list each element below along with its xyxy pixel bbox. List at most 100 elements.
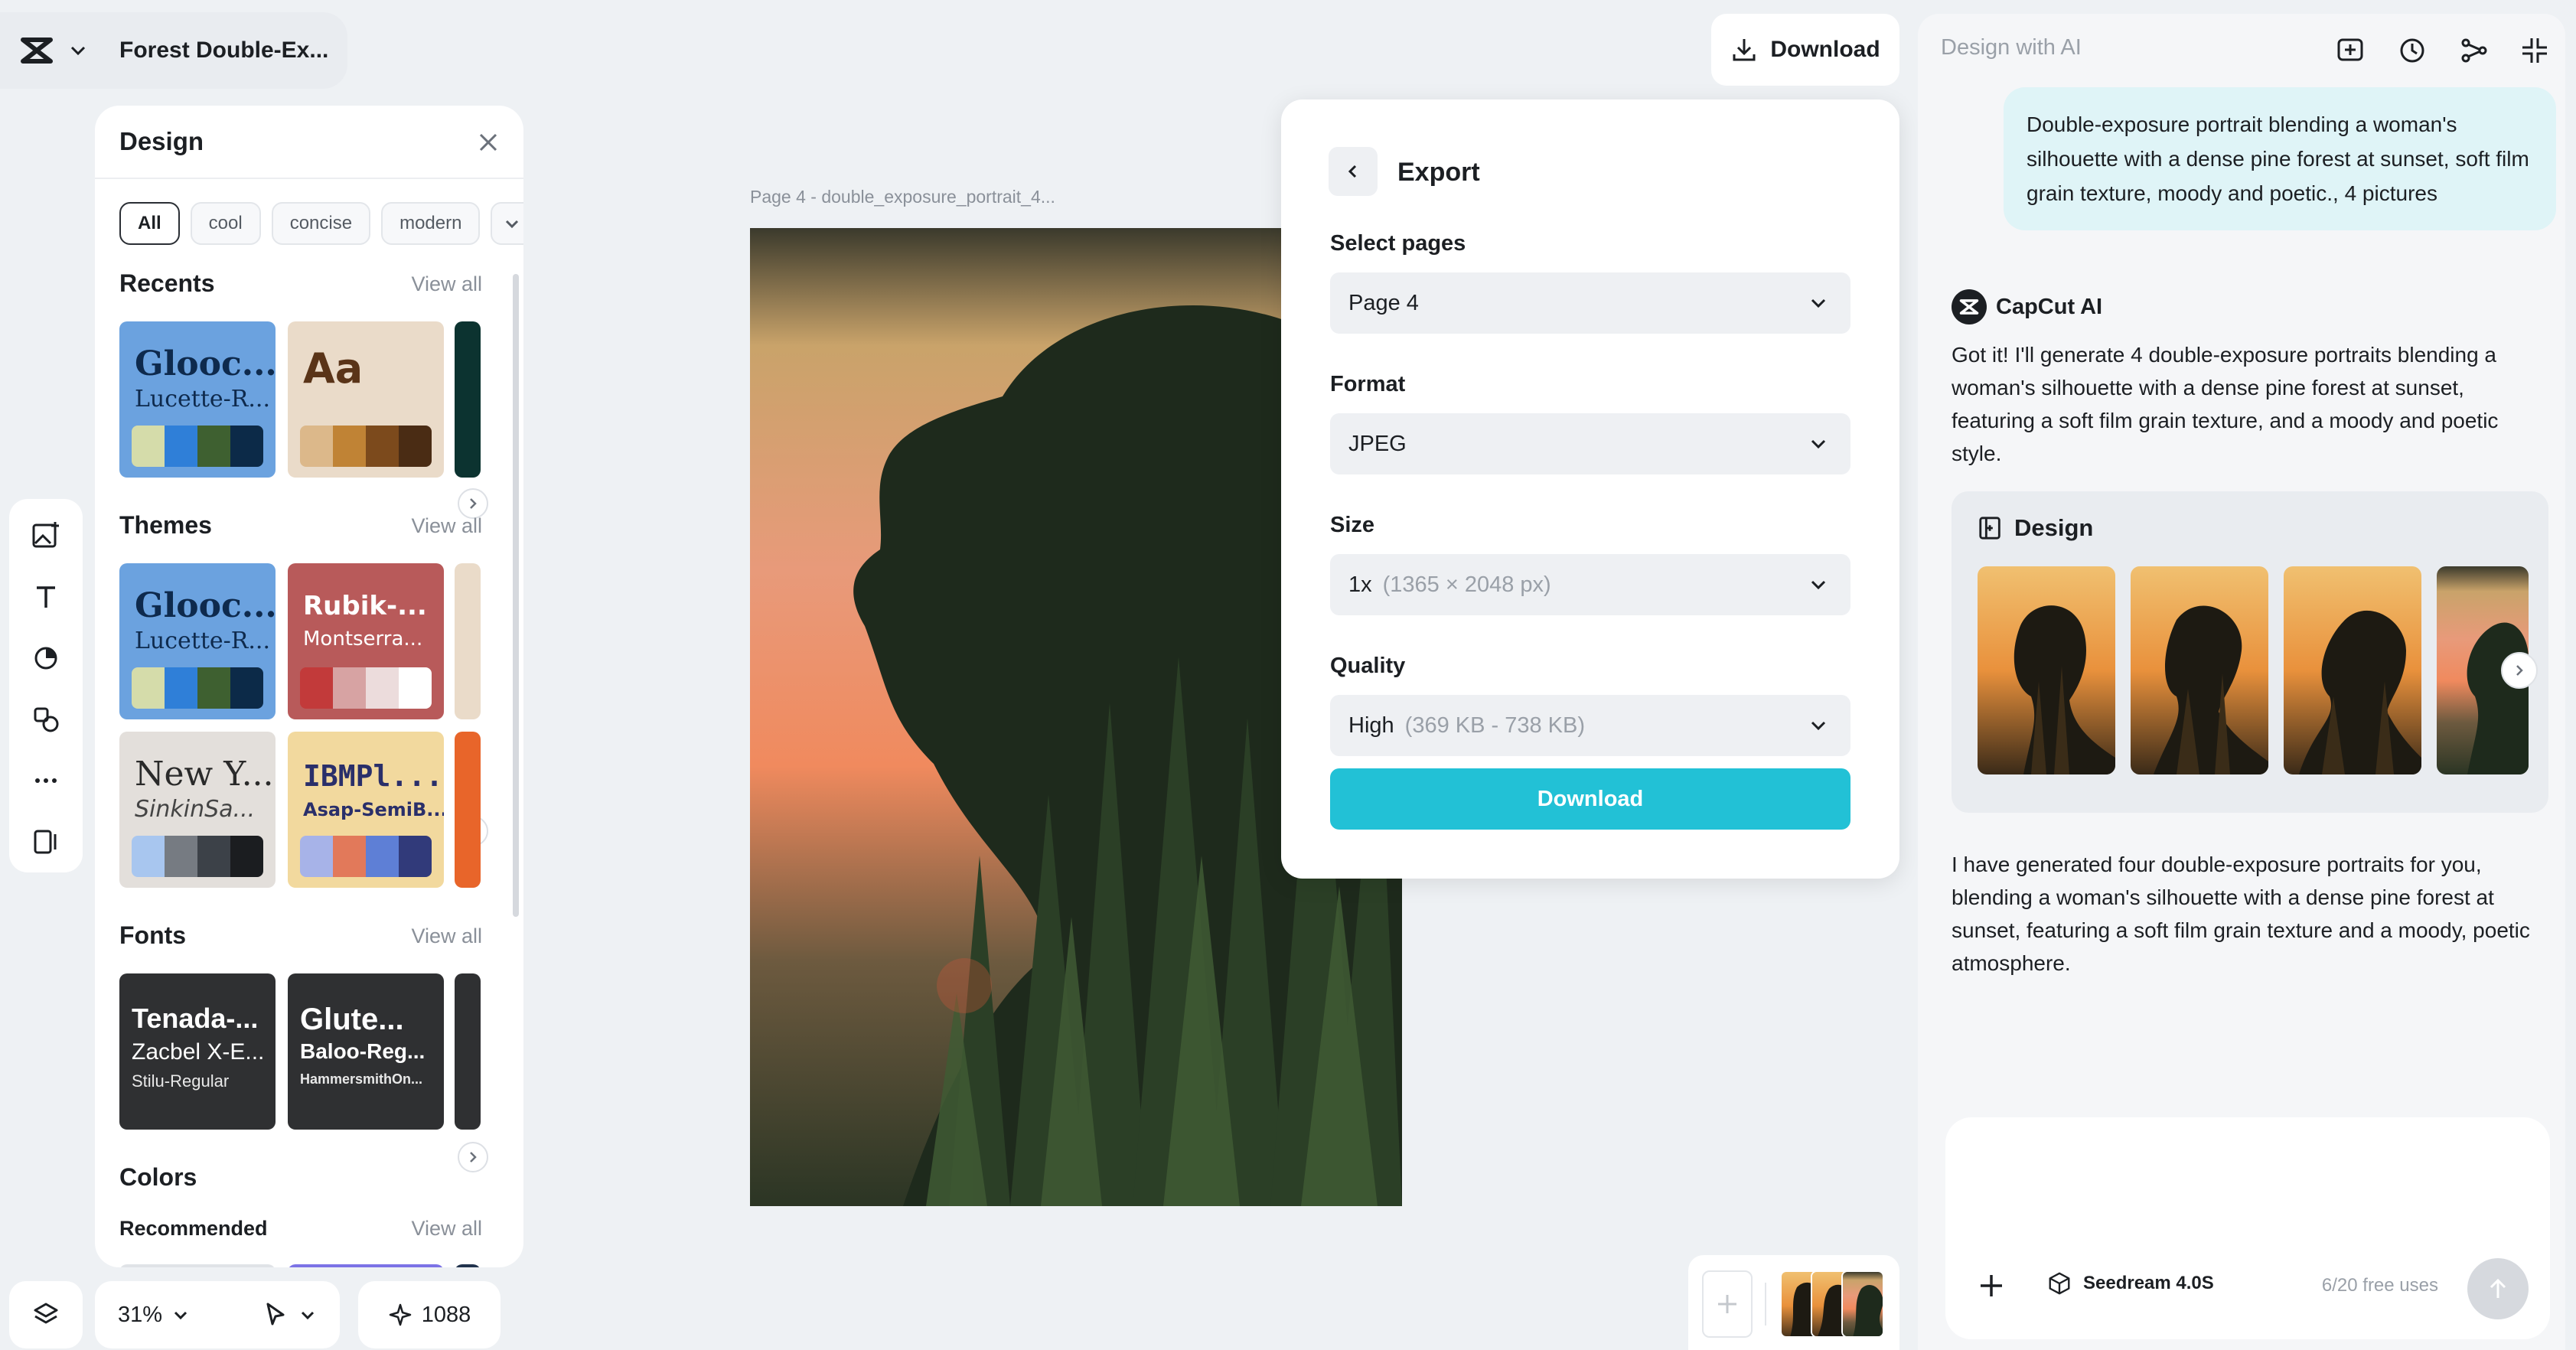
palette-swatches: [132, 836, 263, 877]
back-button[interactable]: [1329, 147, 1378, 196]
credits-count: 1088: [421, 1302, 471, 1327]
page-label: Page 4 - double_exposure_portrait_4...: [750, 187, 1055, 207]
fonts-next-button[interactable]: [458, 1142, 488, 1172]
color-swatch[interactable]: [455, 1264, 481, 1267]
theme-card[interactable]: [455, 563, 481, 719]
fonts-title: Fonts: [119, 921, 187, 949]
chevron-down-icon[interactable]: [67, 40, 89, 61]
filter-chip-cool[interactable]: cool: [190, 202, 261, 245]
themes-title: Themes: [119, 511, 212, 539]
size-hint: (1365 × 2048 px): [1382, 572, 1551, 597]
export-dialog: Export Select pages Page 4 Format JPEG S…: [1281, 99, 1899, 879]
chat-title: Design with AI: [1941, 35, 2082, 60]
design-card-title: Design: [2014, 514, 2094, 541]
theme-subtitle: Asap-SemiB...: [303, 799, 444, 820]
theme-card[interactable]: Glooc... Lucette-R...: [119, 563, 276, 719]
format-label: Format: [1330, 372, 1406, 396]
colors-title: Colors: [119, 1163, 197, 1191]
font-subtitle: Zacbel X-E...: [132, 1039, 265, 1065]
fonts-view-all[interactable]: View all: [411, 924, 482, 948]
recent-style-card[interactable]: Aa: [288, 321, 444, 478]
filter-expand-button[interactable]: [491, 202, 523, 245]
text-tool-icon[interactable]: [26, 577, 66, 617]
style-subtitle: Lucette-R...: [135, 386, 270, 412]
collapse-icon[interactable]: [2518, 34, 2552, 67]
capcut-ai-avatar-icon: [1952, 289, 1987, 324]
recent-style-card[interactable]: [455, 321, 481, 478]
elements-icon[interactable]: [26, 699, 66, 739]
result-thumbnail[interactable]: [2284, 566, 2421, 774]
recents-view-all[interactable]: View all: [411, 272, 482, 296]
download-button[interactable]: Download: [1711, 14, 1899, 86]
chevron-down-icon: [1811, 439, 1826, 449]
project-title[interactable]: Forest Double-Ex...: [119, 38, 328, 64]
download-icon: [1733, 39, 1756, 61]
quality-dropdown[interactable]: High (369 KB - 738 KB): [1330, 695, 1850, 756]
add-page-button[interactable]: [1702, 1270, 1753, 1338]
model-selector[interactable]: Seedream 4.0S: [2046, 1270, 2214, 1296]
color-swatch[interactable]: [119, 1264, 276, 1267]
new-chat-icon[interactable]: [2334, 34, 2368, 67]
recommended-label: Recommended: [119, 1217, 268, 1240]
shapes-icon[interactable]: [26, 638, 66, 678]
theme-title: New Y...: [135, 755, 274, 794]
result-thumbnail[interactable]: [1978, 566, 2115, 774]
color-swatch[interactable]: [288, 1264, 444, 1267]
zoom-and-pointer-controls: 31%: [95, 1281, 340, 1348]
style-title: Aa: [303, 344, 364, 393]
ai-name: CapCut AI: [1996, 294, 2103, 319]
page-thumbnail[interactable]: [1841, 1270, 1884, 1338]
chevron-down-icon: [1811, 721, 1826, 731]
palette-swatches: [132, 426, 263, 467]
style-title: Glooc...: [135, 344, 276, 383]
palette-swatches: [132, 667, 263, 709]
design-panel: Design All cool concise modern Recents V…: [95, 106, 523, 1267]
scrollbar[interactable]: [513, 274, 519, 917]
theme-card[interactable]: [455, 732, 481, 888]
attach-plus-icon[interactable]: [1976, 1270, 2007, 1301]
select-pages-dropdown[interactable]: Page 4: [1330, 272, 1850, 334]
layers-button[interactable]: [9, 1281, 83, 1348]
chevron-down-icon: [301, 1311, 315, 1320]
add-image-icon[interactable]: [26, 516, 66, 556]
themes-view-all[interactable]: View all: [411, 514, 482, 538]
filter-chip-concise[interactable]: concise: [271, 202, 371, 245]
font-card[interactable]: [455, 973, 481, 1130]
recent-style-card[interactable]: Glooc... Lucette-R...: [119, 321, 276, 478]
share-icon[interactable]: [2457, 34, 2490, 67]
chat-composer[interactable]: Seedream 4.0S 6/20 free uses: [1945, 1117, 2550, 1339]
capcut-logo-icon[interactable]: [18, 32, 55, 69]
theme-subtitle: Montserra...: [303, 628, 423, 651]
select-pages-value: Page 4: [1348, 290, 1419, 315]
font-card[interactable]: Glute... Baloo-Reg... HammersmithOn...: [288, 973, 444, 1130]
credits-badge[interactable]: 1088: [358, 1281, 501, 1348]
font-caption: Stilu-Regular: [132, 1071, 230, 1091]
theme-card[interactable]: Rubik-... Montserra...: [288, 563, 444, 719]
format-dropdown[interactable]: JPEG: [1330, 413, 1850, 474]
ai-chat-panel: Design with AI Double-exposure portrait …: [1918, 14, 2565, 1350]
zoom-level[interactable]: 31%: [118, 1303, 162, 1328]
theme-card[interactable]: New Y... SinkinSa...: [119, 732, 276, 888]
filter-chip-all[interactable]: All: [119, 202, 180, 245]
divider: [95, 178, 523, 179]
export-download-button[interactable]: Download: [1330, 768, 1850, 830]
size-dropdown[interactable]: 1x (1365 × 2048 px): [1330, 554, 1850, 615]
font-card[interactable]: Tenada-... Zacbel X-E... Stilu-Regular: [119, 973, 276, 1130]
pointer-tool-icon[interactable]: [262, 1301, 289, 1329]
cube-icon: [2049, 1272, 2070, 1295]
send-button[interactable]: [2467, 1258, 2529, 1319]
pages-panel-icon[interactable]: [26, 822, 66, 862]
chevron-down-icon: [1811, 298, 1826, 308]
quality-hint: (369 KB - 738 KB): [1404, 712, 1585, 738]
results-next-button[interactable]: [2501, 652, 2538, 689]
theme-card[interactable]: IBMPl... Asap-SemiB...: [288, 732, 444, 888]
more-icon[interactable]: [26, 761, 66, 801]
filter-chip-modern[interactable]: modern: [381, 202, 481, 245]
size-label: Size: [1330, 513, 1375, 537]
history-icon[interactable]: [2395, 34, 2429, 67]
sparkle-icon: [389, 1303, 411, 1326]
close-icon[interactable]: [476, 130, 501, 155]
design-card-header: Design: [1978, 514, 2093, 542]
result-thumbnail[interactable]: [2131, 566, 2268, 774]
colors-view-all[interactable]: View all: [411, 1217, 482, 1241]
